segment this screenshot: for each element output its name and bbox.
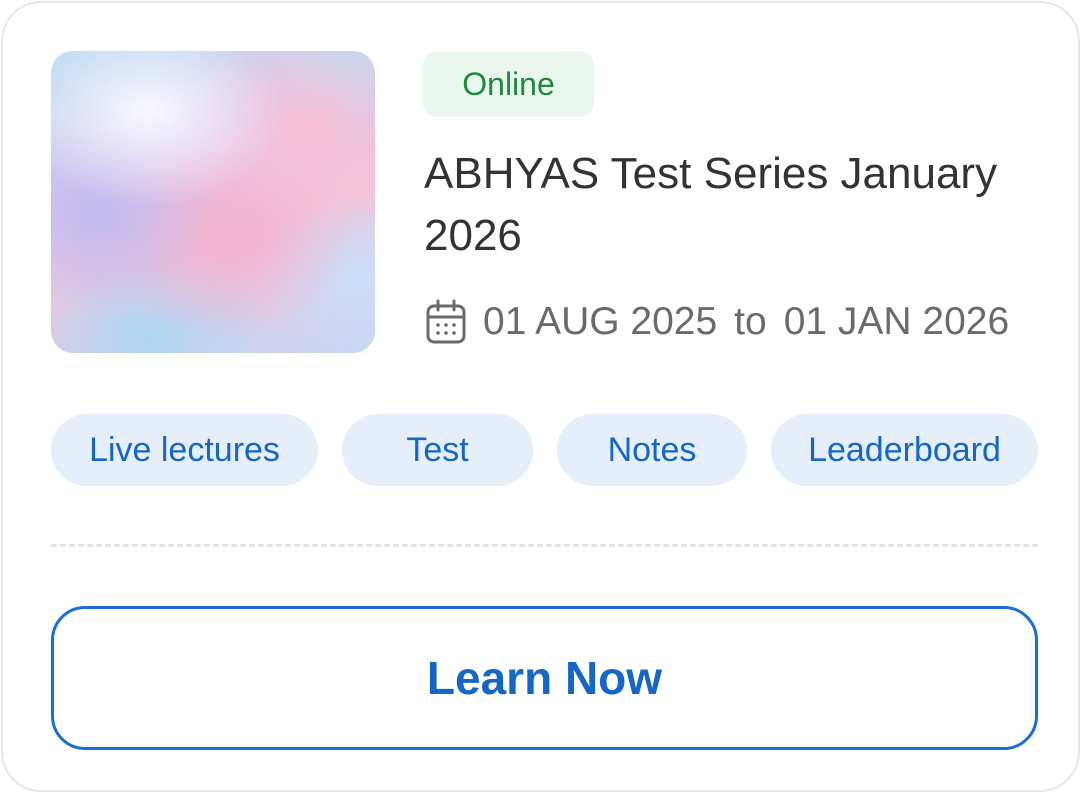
feature-chip-live-lectures: Live lectures: [51, 414, 318, 486]
calendar-icon: [426, 299, 466, 344]
feature-chip-leaderboard: Leaderboard: [771, 414, 1038, 486]
end-date: 01 JAN 2026: [783, 300, 1010, 343]
course-card: Online ABHYAS Test Series January 2026 0…: [1, 1, 1080, 792]
course-thumbnail: [51, 51, 375, 353]
date-separator: to: [734, 300, 767, 343]
feature-chip-notes: Notes: [557, 414, 747, 486]
course-date-range: 01 AUG 2025 to 01 JAN 2026: [425, 297, 1009, 347]
learn-now-button[interactable]: Learn Now: [51, 606, 1038, 750]
feature-chip-test: Test: [342, 414, 533, 486]
status-badge: Online: [423, 51, 594, 117]
course-title: ABHYAS Test Series January 2026: [424, 149, 998, 260]
dashed-divider: [51, 544, 1038, 547]
start-date: 01 AUG 2025: [483, 300, 718, 343]
